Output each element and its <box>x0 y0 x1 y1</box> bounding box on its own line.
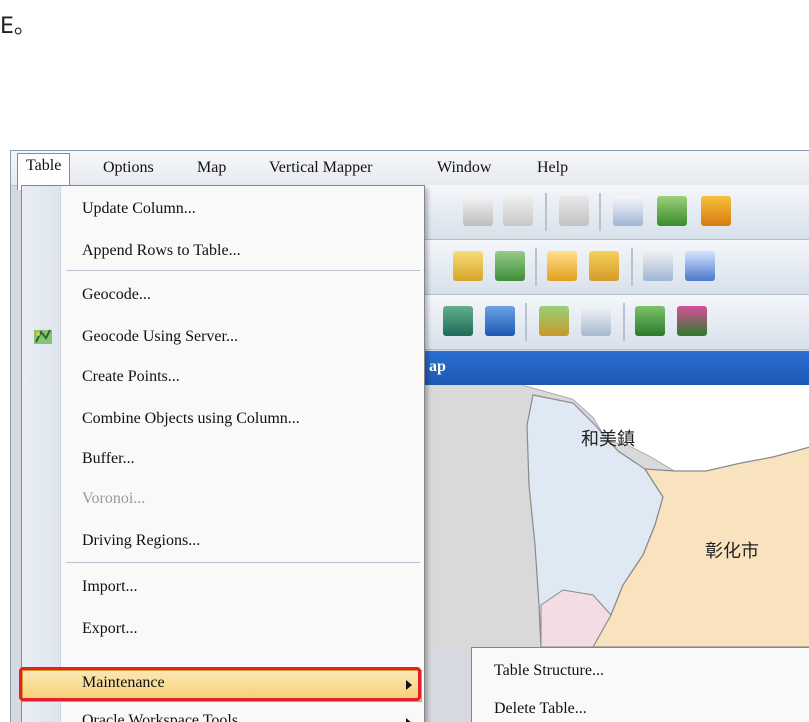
submenu-arrow-icon <box>406 718 412 722</box>
toolbar-drawing <box>423 295 809 350</box>
menu-window[interactable]: Window <box>431 157 497 179</box>
ruler-icon[interactable] <box>589 251 619 281</box>
region-select-icon[interactable] <box>495 251 525 281</box>
menu-item-append-rows[interactable]: Append Rows to Table... <box>82 242 241 260</box>
menu-item-driving-regions[interactable]: Driving Regions... <box>82 532 200 550</box>
map-window-title: ap <box>429 358 446 375</box>
submenu-arrow-icon <box>406 680 412 690</box>
menu-item-create-points[interactable]: Create Points... <box>82 368 180 386</box>
menu-icon-strip <box>22 186 61 722</box>
menu-item-voronoi: Voronoi... <box>82 490 146 507</box>
info-tool-icon[interactable] <box>643 251 673 281</box>
menu-item-combine-objects[interactable]: Combine Objects using Column... <box>82 410 300 428</box>
submenu-item-table-structure[interactable]: Table Structure... <box>494 662 604 680</box>
paste-icon[interactable] <box>503 196 533 226</box>
text-tool-icon[interactable] <box>485 306 515 336</box>
menu-item-import[interactable]: Import... <box>82 578 138 596</box>
label-tool-icon[interactable] <box>453 251 483 281</box>
map-window-icon[interactable] <box>657 196 687 226</box>
layer-control-icon[interactable] <box>547 251 577 281</box>
menu-item-buffer[interactable]: Buffer... <box>82 450 135 468</box>
caption-text: E。 <box>0 14 36 39</box>
catalog-icon[interactable] <box>539 306 569 336</box>
undo-icon[interactable] <box>559 196 589 226</box>
polygon-tool-icon[interactable] <box>443 306 473 336</box>
menu-options[interactable]: Options <box>97 157 160 179</box>
map-window-titlebar: ap <box>423 351 809 385</box>
menu-item-maintenance[interactable]: Maintenance <box>82 674 165 692</box>
submenu-item-delete-table[interactable]: Delete Table... <box>494 700 587 718</box>
vertical-mapper-icon[interactable] <box>677 306 707 336</box>
mapinfo-window: Table Options Map Vertical Mapper Window… <box>10 150 809 722</box>
table-menu-dropdown: Update Column... Append Rows to Table...… <box>19 185 425 722</box>
toolbar-standard <box>423 185 809 240</box>
menu-item-geocode[interactable]: Geocode... <box>82 286 151 304</box>
maintenance-submenu: Table Structure... Delete Table... <box>471 647 809 722</box>
geocode-server-icon <box>34 329 52 344</box>
map-label-hemei: 和美鎮 <box>581 429 635 450</box>
browser-icon[interactable] <box>613 196 643 226</box>
menu-vertical-mapper[interactable]: Vertical Mapper <box>263 157 379 179</box>
menu-item-export[interactable]: Export... <box>82 620 138 638</box>
copy-icon[interactable] <box>463 196 493 226</box>
tool-manager-icon[interactable] <box>581 306 611 336</box>
sum-icon[interactable] <box>685 251 715 281</box>
menu-item-geocode-server[interactable]: Geocode Using Server... <box>82 328 238 346</box>
map-label-changhua: 彰化市 <box>705 541 759 562</box>
graph-icon[interactable] <box>701 196 731 226</box>
map-view[interactable]: 和美鎮 彰化市 <box>423 385 809 647</box>
grid-tool-icon[interactable] <box>635 306 665 336</box>
annotation-red-outline <box>19 667 421 701</box>
menu-item-update-column[interactable]: Update Column... <box>82 200 196 218</box>
toolbar-tools <box>423 240 809 295</box>
menu-map[interactable]: Map <box>191 157 232 179</box>
menu-help[interactable]: Help <box>531 157 574 179</box>
menu-bar: Table Options Map Vertical Mapper Window… <box>11 151 809 190</box>
